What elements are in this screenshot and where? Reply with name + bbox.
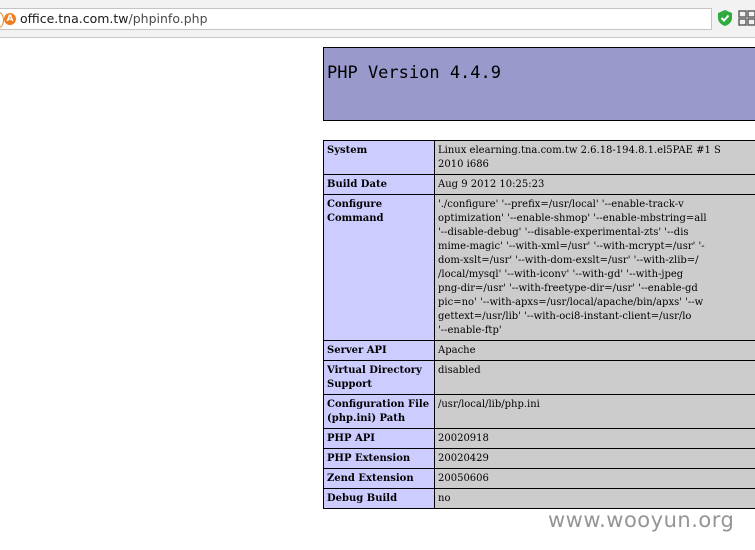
value-line: /local/mysql' '--with-iconv' '--with-gd'… (438, 269, 684, 280)
row-key: Debug Build (323, 488, 435, 509)
row-key: Zend Extension (323, 468, 435, 489)
value-line: mime-magic' '--with-xml=/usr' '--with-mc… (438, 241, 705, 252)
value-line: png-dir=/usr' '--with-freetype-dir=/usr'… (438, 283, 698, 294)
row-key: Virtual Directory Support (323, 360, 435, 395)
row-key: PHP API (323, 428, 435, 449)
row-key: Configure Command (323, 194, 435, 341)
row-key: Configuration File (php.ini) Path (323, 394, 435, 429)
table-row: Configuration File (php.ini) Path/usr/lo… (323, 394, 755, 429)
page-title: PHP Version 4.4.9 (327, 63, 501, 83)
value-line: optimization' '--enable-shmop' '--enable… (438, 213, 707, 224)
url-text[interactable]: office.tna.com.tw/phpinfo.php (20, 11, 208, 26)
url-path: /phpinfo.php (128, 11, 208, 26)
value-line: '--disable-debug' '--disable-experimenta… (438, 227, 689, 238)
value-line: '--enable-ftp' (438, 325, 502, 336)
value-line: './configure' '--prefix=/usr/local' '--e… (438, 199, 684, 210)
php-version-header: PHP Version 4.4.9 (323, 47, 755, 121)
value-line: pic=no' '--with-apxs=/usr/local/apache/b… (438, 297, 704, 308)
url-field[interactable]: A office.tna.com.tw/phpinfo.php (0, 8, 712, 30)
row-value: Linux elearning.tna.com.tw 2.6.18-194.8.… (434, 140, 755, 175)
table-row: Server API Apache (323, 340, 755, 361)
row-value: './configure' '--prefix=/usr/local' '--e… (434, 194, 755, 341)
url-host: office.tna.com.tw (20, 11, 129, 26)
row-value: disabled (434, 360, 755, 395)
value-line: /usr/local/lib/php.ini (438, 399, 540, 410)
row-value: 20050606 (434, 468, 755, 489)
value-line: Linux elearning.tna.com.tw 2.6.18-194.8.… (438, 145, 721, 156)
app-grid-icon[interactable] (738, 10, 755, 26)
row-key: Build Date (323, 174, 435, 195)
table-row: Configure Command './configure' '--prefix… (323, 194, 755, 341)
table-row: Zend Extension 20050606 (323, 468, 755, 489)
value-line: disabled (438, 365, 481, 376)
table-row: Debug Build no (323, 488, 755, 509)
value-line: gettext=/usr/lib' '--with-oci8-instant-c… (438, 311, 692, 322)
value-line: 20050606 (438, 473, 489, 484)
table-row: Virtual Directory Support disabled (323, 360, 755, 395)
value-line: Apache (438, 345, 476, 356)
row-value: 20020429 (434, 448, 755, 469)
row-key: PHP Extension (323, 448, 435, 469)
table-row: Build Date Aug 9 2012 10:25:23 (323, 174, 755, 195)
info-table: System Linux elearning.tna.com.tw 2.6.18-… (323, 140, 755, 509)
row-key: System (323, 140, 435, 175)
value-line: dom-xslt=/usr' '--with-dom-exslt=/usr' '… (438, 255, 699, 266)
row-value: no (434, 488, 755, 509)
table-row: PHP Extension 20020429 (323, 448, 755, 469)
value-line: 20020429 (438, 453, 489, 464)
row-value: Apache (434, 340, 755, 361)
row-value: /usr/local/lib/php.ini (434, 394, 755, 429)
browser-address-bar: A office.tna.com.tw/phpinfo.php (0, 0, 755, 38)
value-line: Aug 9 2012 10:25:23 (438, 179, 545, 190)
value-line: 20020918 (438, 433, 489, 444)
watermark: www.wooyun.org (548, 508, 735, 532)
row-key: Server API (323, 340, 435, 361)
value-line: 2010 i686 (438, 159, 489, 170)
shield-check-icon[interactable] (716, 9, 734, 27)
row-value: 20020918 (434, 428, 755, 449)
row-value: Aug 9 2012 10:25:23 (434, 174, 755, 195)
value-line: no (438, 493, 451, 504)
table-row: PHP API 20020918 (323, 428, 755, 449)
table-row: System Linux elearning.tna.com.tw 2.6.18-… (323, 140, 755, 175)
site-favicon-icon: A (4, 13, 16, 25)
